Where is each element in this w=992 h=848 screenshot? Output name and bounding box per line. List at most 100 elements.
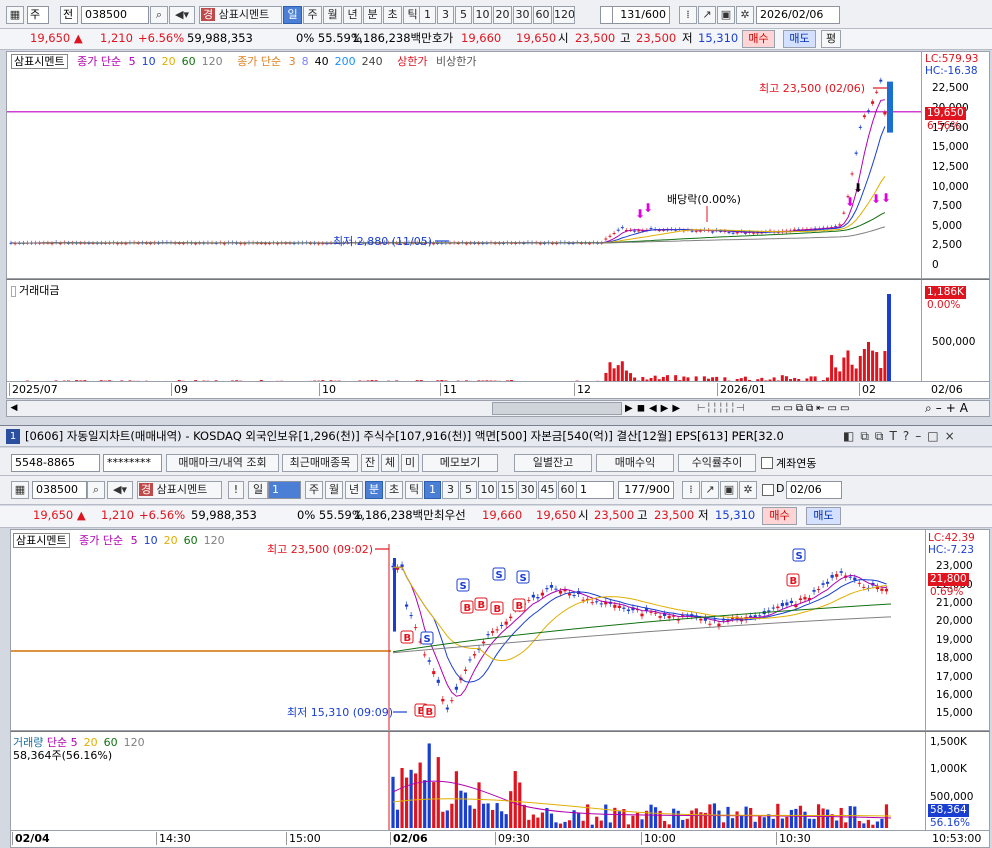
bottom-price-panel[interactable]: 삼표시멘트 종가 단순 5 10 20 60 120 B S B S B B S B B S S B B 최고 2…	[10, 529, 990, 731]
save-icon[interactable]: ▣	[720, 481, 738, 499]
window-control-2-icon[interactable]: ⧉	[875, 429, 884, 443]
period-5-button[interactable]: 초	[383, 6, 402, 24]
interval-30-button[interactable]: 30	[518, 481, 537, 499]
buy-button[interactable]: 매수	[762, 507, 797, 525]
stock-code-input[interactable]: 038500	[81, 6, 149, 24]
interval-45-button[interactable]: 45	[538, 481, 557, 499]
interval-10-button[interactable]: 10	[473, 6, 492, 24]
daily-balance-button[interactable]: 일별잔고	[514, 454, 592, 472]
trade-profit-button[interactable]: 매매수익	[596, 454, 674, 472]
trade-mark-button[interactable]: 매매마크/내역 조회	[166, 454, 279, 472]
period-3-button[interactable]: 분	[365, 481, 383, 499]
window-control-5-icon[interactable]: –	[915, 429, 921, 443]
account-link-checkbox[interactable]	[761, 457, 773, 469]
interval-15-button[interactable]: 15	[498, 481, 517, 499]
gear-icon[interactable]: ✲	[739, 481, 757, 499]
profit-trend-button[interactable]: 수익률추이	[678, 454, 756, 472]
alert-button[interactable]: !	[228, 481, 244, 499]
interval-60-button[interactable]: 60	[558, 481, 577, 499]
top-volume-panel[interactable]: 거래대금 1,186K 0.00% 500,000	[6, 279, 990, 382]
search-icon[interactable]: ⌕	[87, 481, 105, 499]
date-field[interactable]: 02/06	[786, 481, 842, 499]
period-1-button[interactable]: 월	[325, 481, 343, 499]
recent-trade-button[interactable]: 최근매매종목	[282, 454, 358, 472]
stock-name-button[interactable]: 경 삼표시멘트	[199, 6, 282, 24]
period-2-button[interactable]: 년	[345, 481, 363, 499]
scroll-thumb[interactable]	[492, 402, 622, 415]
scroll-left-icon[interactable]: ◀	[8, 402, 20, 415]
bottom-volume-chart[interactable]	[11, 732, 925, 831]
candle	[504, 621, 508, 625]
eval-button[interactable]: 평	[821, 30, 841, 48]
date-field[interactable]: 2026/02/06	[756, 6, 840, 24]
count-field[interactable]: 177/900	[618, 481, 674, 499]
window-control-7-icon[interactable]: ×	[945, 429, 955, 443]
interval-1-button[interactable]: 1	[424, 481, 441, 499]
interval-1-button[interactable]: 1	[419, 6, 436, 24]
sell-button[interactable]: 매도	[783, 30, 816, 48]
interval-5-button[interactable]: 5	[455, 6, 472, 24]
sound-icon[interactable]: ◀▾	[169, 6, 195, 24]
candle-icon[interactable]: ⁞	[679, 6, 697, 24]
interval-60-button[interactable]: 60	[533, 6, 552, 24]
interval-30-button[interactable]: 30	[513, 6, 532, 24]
period-1-button[interactable]: 주	[303, 6, 322, 24]
interval-20-button[interactable]: 20	[493, 6, 512, 24]
gear-icon[interactable]: ✲	[736, 6, 754, 24]
period-0-button[interactable]: 주	[305, 481, 323, 499]
top-volume-chart[interactable]	[7, 280, 921, 382]
line-tool-icon[interactable]: ↗	[701, 481, 719, 499]
unfilled-button[interactable]: 미	[401, 454, 419, 472]
executed-button[interactable]: 체	[381, 454, 399, 472]
interval-120-button[interactable]: 120	[553, 6, 575, 24]
account-select[interactable]: 5548-8865	[11, 454, 100, 472]
zoom-icons[interactable]: ⌕–+A	[925, 401, 972, 416]
zoom-slider[interactable]: ⊢╎╎╎╎╎⊣	[697, 401, 745, 416]
balance-button[interactable]: 잔	[361, 454, 379, 472]
interval-10-button[interactable]: 10	[478, 481, 497, 499]
d-checkbox[interactable]	[762, 484, 774, 496]
volume-bar	[753, 821, 757, 828]
buy-button[interactable]: 매수	[742, 30, 775, 48]
layout-icon[interactable]: ▦	[6, 6, 24, 24]
password-field[interactable]: ********	[103, 454, 162, 472]
candle-icon[interactable]: ⁞	[682, 481, 700, 499]
save-icon[interactable]: ▣	[717, 6, 735, 24]
top-price-panel[interactable]: 삼표시멘트 종가 단순 5 10 20 60 120 종가 단순 3 8 40 200 240 …	[6, 51, 990, 279]
bottom-volume-panel[interactable]: 거래량 단순 5 20 60 120 58,364주(56.16%) 1,500K 1,…	[10, 731, 990, 831]
window-control-1-icon[interactable]: ⧉	[860, 429, 869, 443]
market-mode-select[interactable]: 주	[27, 6, 49, 24]
window-control-4-icon[interactable]: ?	[903, 429, 909, 443]
top-scrollbar[interactable]: ◀ ▶◼◀▶▶ ⊢╎╎╎╎╎⊣ ▭▭⧉⧉⇤▭▭ ⌕–+A	[6, 400, 990, 417]
window-control-3-icon[interactable]: T	[890, 429, 897, 443]
sell-button[interactable]: 매도	[806, 507, 841, 525]
candle	[758, 615, 762, 617]
search-icon[interactable]: ⌕	[150, 6, 168, 24]
period-3-button[interactable]: 년	[343, 6, 362, 24]
top-price-chart[interactable]: ⬇⬇ ⬇ ⬇ ⬇⬇최고 23,500 (02/06)최저 2,880 (11/05)배…	[7, 52, 921, 278]
interval-3-button[interactable]: 3	[442, 481, 459, 499]
period-0-button[interactable]: 일	[283, 6, 302, 24]
layout-icon[interactable]: ▦	[11, 481, 29, 499]
line-tool-icon[interactable]: ↗	[698, 6, 716, 24]
exchange-select[interactable]: 전	[60, 6, 78, 24]
period-4-button[interactable]: 분	[363, 6, 382, 24]
window-control-6-icon[interactable]: □	[927, 429, 938, 443]
period-5-button[interactable]: 틱	[405, 481, 423, 499]
bottom-price-chart[interactable]: B SBSB BSB BSSBB최고 23,500 (09:02)최저 15,310 …	[11, 530, 925, 731]
interval-select[interactable]: 1	[576, 481, 614, 499]
interval-3-button[interactable]: 3	[437, 6, 454, 24]
period-day-button[interactable]: 일	[248, 481, 268, 499]
count-field[interactable]: 131/600	[612, 6, 670, 24]
sound-icon[interactable]: ◀▾	[107, 481, 133, 499]
stock-name-button[interactable]: 경 삼표시멘트	[137, 481, 222, 499]
interval-5-button[interactable]: 5	[460, 481, 477, 499]
period-2-button[interactable]: 월	[323, 6, 342, 24]
scroll-nav-icons[interactable]: ▶◼◀▶▶	[625, 401, 684, 416]
chart-tool-icons[interactable]: ▭▭⧉⧉⇤▭▭	[771, 401, 852, 416]
window-control-0-icon[interactable]: ◧	[843, 429, 854, 443]
stock-code-input[interactable]: 038500	[32, 481, 87, 499]
memo-button[interactable]: 메모보기	[422, 454, 498, 472]
period-num-select[interactable]: 1	[268, 481, 301, 499]
period-4-button[interactable]: 초	[385, 481, 403, 499]
